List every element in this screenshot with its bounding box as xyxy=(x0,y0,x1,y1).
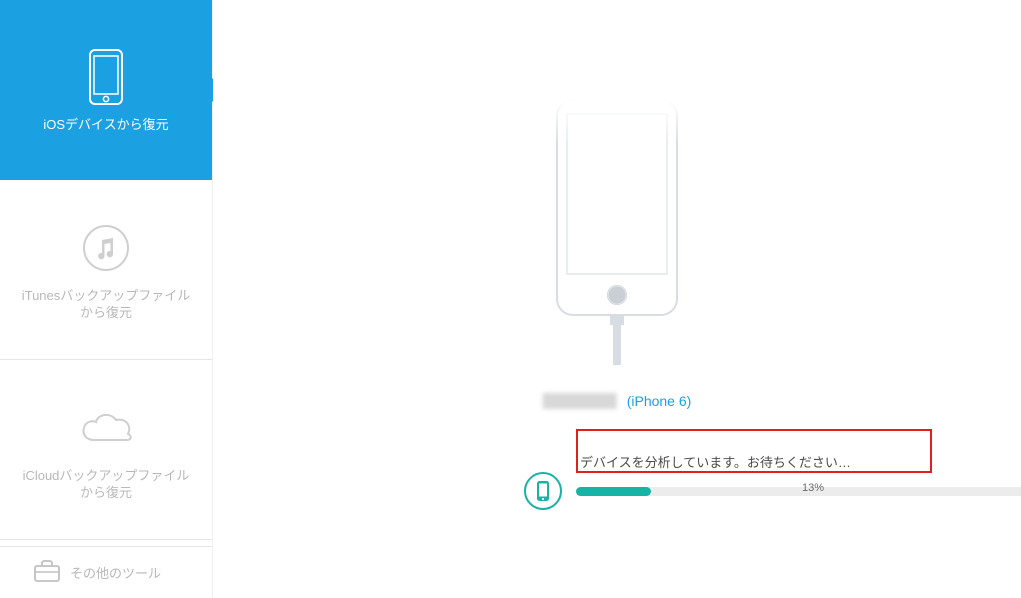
status-text: デバイスを分析しています。お待ちください… xyxy=(580,452,851,471)
device-label-row: (iPhone 6) xyxy=(543,393,692,409)
music-note-icon xyxy=(82,218,130,278)
progress-row xyxy=(524,472,1021,510)
progress-phone-icon xyxy=(524,472,562,510)
device-name-redacted xyxy=(543,393,617,409)
sidebar-item-label: iCloudバックアップファイルから復元 xyxy=(10,468,202,502)
sidebar-item-ios-device[interactable]: iOSデバイスから復元 xyxy=(0,0,212,180)
sidebar-tools-label: その他のツール xyxy=(70,563,161,582)
cloud-icon xyxy=(76,398,136,458)
progress-fill xyxy=(576,487,651,496)
phone-icon xyxy=(89,47,123,107)
sidebar-item-label: iTunesバックアップファイルから復元 xyxy=(10,288,202,322)
sidebar-item-label: iOSデバイスから復元 xyxy=(33,117,178,134)
device-model: (iPhone 6) xyxy=(627,393,692,409)
progress-bar xyxy=(576,487,1021,496)
sidebar-item-itunes-backup[interactable]: iTunesバックアップファイルから復元 xyxy=(0,180,212,360)
toolbox-icon xyxy=(34,560,60,585)
sidebar-tools[interactable]: その他のツール xyxy=(0,546,212,598)
main-panel: (iPhone 6) デバイスを分析しています。お待ちください… 13% 停止 xyxy=(213,0,1021,598)
sidebar-item-icloud-backup[interactable]: iCloudバックアップファイルから復元 xyxy=(0,360,212,540)
progress-percent-label: 13% xyxy=(802,482,824,494)
device-illustration xyxy=(547,100,687,373)
sidebar: iOSデバイスから復元 iTunesバックアップファイルから復元 iCloudバ… xyxy=(0,0,213,598)
